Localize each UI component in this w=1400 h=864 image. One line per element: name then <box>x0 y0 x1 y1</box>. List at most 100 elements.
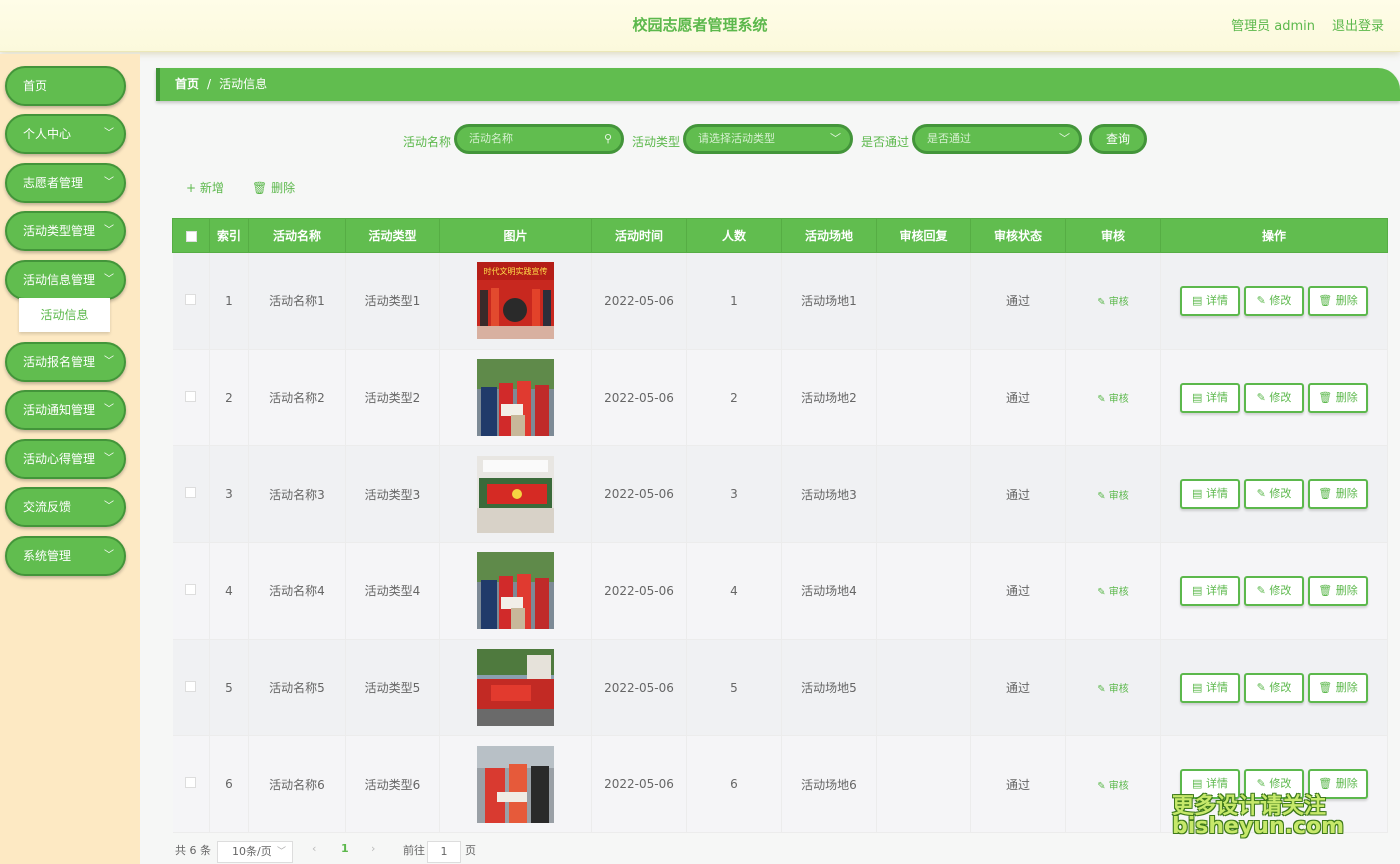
select-all-checkbox[interactable] <box>185 230 197 242</box>
activity-name-input[interactable]: 活动名称 ⚲ <box>454 124 624 154</box>
sidebar-item-volunteers[interactable]: 志愿者管理 ﹀ <box>5 163 126 203</box>
row-checkbox[interactable] <box>185 583 197 595</box>
cell-image <box>439 349 592 447</box>
breadcrumb-home[interactable]: 首页 <box>175 77 199 91</box>
cell-count: 4 <box>686 542 782 640</box>
goto-page-input[interactable]: 1 <box>427 841 461 863</box>
delete-button[interactable]: 🗑 删除 <box>1308 672 1368 703</box>
cell-count: 3 <box>686 445 782 544</box>
row-select-cell[interactable] <box>172 445 210 544</box>
detail-label: 详情 <box>1205 487 1228 501</box>
row-select-cell[interactable] <box>172 735 210 834</box>
submenu-item-activity-info[interactable]: 活动信息 <box>19 298 110 332</box>
activity-photo[interactable] <box>477 745 554 823</box>
col-image: 图片 <box>439 218 592 253</box>
review-link[interactable]: ✎ 审核 <box>1097 394 1129 405</box>
delete-button[interactable]: 🗑 删除 <box>1308 575 1368 606</box>
next-page-icon[interactable]: › <box>371 842 375 855</box>
sidebar-item-signup[interactable]: 活动报名管理 ﹀ <box>5 342 126 382</box>
activity-photo[interactable] <box>477 455 554 533</box>
edit-button[interactable]: ✎ 修改 <box>1244 479 1304 510</box>
activity-type-select[interactable]: 请选择活动类型 ﹀ <box>683 124 853 154</box>
delete-button[interactable]: 🗑 删除 <box>1308 479 1368 510</box>
review-link[interactable]: ✎ 审核 <box>1097 587 1129 598</box>
delete-label: 删除 <box>1335 777 1358 791</box>
row-select-cell[interactable] <box>172 252 210 350</box>
review-link[interactable]: ✎ 审核 <box>1097 781 1129 792</box>
col-activity-name: 活动名称 <box>248 218 346 253</box>
goto-prefix: 前往 <box>403 844 425 857</box>
detail-button[interactable]: ▤ 详情 <box>1180 382 1240 413</box>
prev-page-icon[interactable]: ‹ <box>312 842 316 855</box>
row-checkbox[interactable] <box>185 293 197 305</box>
sidebar-item-experience[interactable]: 活动心得管理 ﹀ <box>5 439 126 479</box>
row-checkbox[interactable] <box>185 487 197 499</box>
edit-icon: ✎ <box>1256 487 1266 501</box>
sidebar-item-notice[interactable]: 活动通知管理 ﹀ <box>5 390 126 430</box>
delete-button[interactable]: 🗑 删除 <box>1308 285 1368 316</box>
edit-icon: ✎ <box>1256 390 1266 404</box>
detail-label: 详情 <box>1205 583 1228 597</box>
activity-photo[interactable]: 时代文明实践宣传 <box>477 262 554 340</box>
delete-button[interactable]: 🗑 删除 <box>1308 382 1368 413</box>
col-count: 人数 <box>686 218 782 253</box>
logout-link[interactable]: 退出登录 <box>1332 15 1384 34</box>
col-review-reply: 审核回复 <box>876 218 971 253</box>
row-select-cell[interactable] <box>172 542 210 640</box>
sidebar-item-feedback[interactable]: 交流反馈 ﹀ <box>5 487 126 527</box>
review-label: 审核 <box>1108 780 1129 792</box>
sidebar-item-home[interactable]: 首页 <box>5 66 126 106</box>
cell-actions: ▤ 详情 ✎ 修改 🗑 删除 <box>1160 639 1388 737</box>
review-label: 审核 <box>1108 394 1129 406</box>
edit-icon: ✎ <box>1256 680 1266 694</box>
page-number-current[interactable]: 1 <box>341 842 349 855</box>
edit-label: 修改 <box>1269 293 1292 307</box>
activity-photo[interactable] <box>477 552 554 630</box>
row-checkbox[interactable] <box>185 777 197 789</box>
detail-button[interactable]: ▤ 详情 <box>1180 672 1240 703</box>
edit-icon: ✎ <box>1097 684 1106 696</box>
cell-review-status: 通过 <box>970 542 1066 640</box>
review-label: 审核 <box>1108 490 1129 502</box>
detail-button[interactable]: ▤ 详情 <box>1180 285 1240 316</box>
sidebar-item-system[interactable]: 系统管理 ﹀ <box>5 536 126 576</box>
row-select-cell[interactable] <box>172 639 210 737</box>
activity-photo[interactable] <box>477 359 554 437</box>
sidebar-item-activity-types[interactable]: 活动类型管理 ﹀ <box>5 211 126 251</box>
review-link[interactable]: ✎ 审核 <box>1097 684 1129 695</box>
sidebar-item-label: 交流反馈 <box>23 500 72 514</box>
detail-label: 详情 <box>1205 680 1228 694</box>
batch-delete-button[interactable]: 🗑 删除 <box>252 179 295 196</box>
sidebar-item-label: 个人中心 <box>23 127 72 141</box>
top-header: 校园志愿者管理系统 管理员 admin 退出登录 <box>0 0 1400 52</box>
detail-button[interactable]: ▤ 详情 <box>1180 575 1240 606</box>
row-select-cell[interactable] <box>172 349 210 447</box>
row-checkbox[interactable] <box>185 390 197 402</box>
col-index: 索引 <box>209 218 249 253</box>
sidebar-item-profile[interactable]: 个人中心 ﹀ <box>5 114 126 154</box>
detail-button[interactable]: ▤ 详情 <box>1180 479 1240 510</box>
col-review-status: 审核状态 <box>970 218 1066 253</box>
page-size-select[interactable]: 10条/页 ﹀ <box>217 841 293 863</box>
edit-button[interactable]: ✎ 修改 <box>1244 285 1304 316</box>
trash-icon: 🗑 <box>252 181 268 195</box>
pass-status-select[interactable]: 是否通过 ﹀ <box>912 124 1082 154</box>
activity-photo[interactable] <box>477 649 554 727</box>
sidebar-item-label: 活动类型管理 <box>23 224 96 238</box>
edit-button[interactable]: ✎ 修改 <box>1244 575 1304 606</box>
review-link[interactable]: ✎ 审核 <box>1097 297 1129 308</box>
row-checkbox[interactable] <box>185 680 197 692</box>
photo-banner-text: 时代文明实践宣传 <box>484 266 548 276</box>
edit-icon: ✎ <box>1256 583 1266 597</box>
query-button[interactable]: 查询 <box>1089 124 1147 154</box>
add-button[interactable]: + 新增 <box>186 179 224 196</box>
sidebar-item-activity-info[interactable]: 活动信息管理 ﹀ <box>5 260 126 300</box>
table-row: 4 活动名称4 活动类型4 2022-05-06 4 活动场地4 通过 ✎ 审核… <box>172 542 1388 640</box>
review-link[interactable]: ✎ 审核 <box>1097 491 1129 502</box>
edit-button[interactable]: ✎ 修改 <box>1244 382 1304 413</box>
app-title: 校园志愿者管理系统 <box>632 16 768 34</box>
select-all-header[interactable] <box>172 218 210 253</box>
edit-button[interactable]: ✎ 修改 <box>1244 672 1304 703</box>
cell-activity-type: 活动类型3 <box>345 445 440 544</box>
delete-label: 删除 <box>1335 680 1358 694</box>
